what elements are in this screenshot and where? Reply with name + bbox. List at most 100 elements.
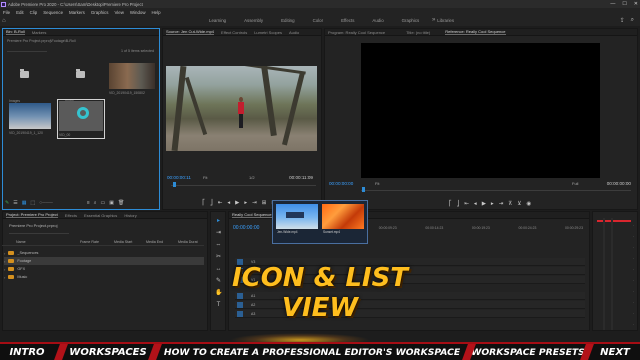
clip-thumbnail-sunset[interactable]: Sunset.mp4: [322, 204, 364, 234]
insert-icon[interactable]: ⊞: [262, 200, 267, 206]
workspace-assembly[interactable]: Assembly: [235, 16, 272, 26]
export-frame-icon[interactable]: ◉: [526, 201, 531, 207]
step-back-icon[interactable]: ◂: [474, 201, 477, 207]
tab-reference[interactable]: Reference: Really Cool Sequence: [445, 29, 506, 35]
workspace-effects[interactable]: Effects: [332, 16, 363, 26]
tab-title[interactable]: Title: (no title): [406, 30, 430, 35]
go-to-out-icon[interactable]: ⇥: [252, 200, 257, 206]
program-fit-dropdown[interactable]: Fit: [375, 181, 379, 186]
source-fit-dropdown[interactable]: Fit: [203, 175, 207, 180]
tab-source[interactable]: Source: Jen Cut-Wide.mp4: [166, 29, 215, 35]
source-timecode-in[interactable]: 00:00:00:11: [167, 175, 191, 180]
minimize-button[interactable]: —: [610, 1, 615, 7]
chapter-current[interactable]: HOW TO CREATE A PROFESSIONAL EDITOR'S WO…: [162, 344, 462, 360]
tab-project[interactable]: Project: Premiere Pro Project: [6, 212, 58, 218]
trash-icon[interactable]: 🗑: [118, 200, 124, 206]
step-back-icon[interactable]: ◂: [227, 200, 230, 206]
menu-graphics[interactable]: Graphics: [91, 10, 109, 15]
chevron-right-icon[interactable]: ›: [4, 275, 5, 280]
bin-item-clip[interactable]: VID_20190419_1_120: [9, 103, 51, 135]
go-to-in-icon[interactable]: ⇤: [218, 200, 223, 206]
column-media-end[interactable]: Media End: [146, 240, 178, 245]
menu-view[interactable]: View: [114, 10, 123, 15]
go-to-out-icon[interactable]: ⇥: [499, 201, 504, 207]
tab-program[interactable]: Program: Really Cool Sequence: [328, 30, 385, 35]
lift-icon[interactable]: ⊼: [508, 201, 512, 207]
chevron-right-icon[interactable]: ›: [4, 259, 5, 264]
step-forward-icon[interactable]: ▸: [491, 201, 494, 207]
workspace-editing[interactable]: Editing: [272, 16, 303, 26]
step-forward-icon[interactable]: ▸: [244, 200, 247, 206]
export-icon[interactable]: ⇪: [620, 17, 625, 24]
list-view-icon[interactable]: ☰: [13, 200, 17, 206]
new-bin-icon[interactable]: ▭: [101, 200, 106, 206]
clip-thumbnail-sky[interactable]: Jen-Wide.mp4: [276, 204, 318, 234]
column-media-duration[interactable]: Media Durat: [178, 240, 204, 245]
menu-window[interactable]: Window: [130, 10, 146, 15]
tab-effects[interactable]: Effects: [65, 213, 77, 218]
tab-essential-graphics[interactable]: Essential Graphics: [84, 213, 117, 218]
chapter-intro[interactable]: INTRO: [0, 344, 54, 360]
bin-item-images[interactable]: Images: [9, 63, 39, 103]
list-item[interactable]: › Music: [4, 273, 204, 281]
tab-markers[interactable]: Markers: [32, 30, 46, 35]
menu-sequence[interactable]: Sequence: [43, 10, 63, 15]
workspace-learning[interactable]: Learning: [200, 16, 235, 26]
tab-bin[interactable]: Bin: B-Roll: [6, 29, 25, 35]
menu-help[interactable]: Help: [152, 10, 161, 15]
new-item-icon[interactable]: ▣: [109, 200, 114, 206]
program-playhead[interactable]: [362, 187, 365, 192]
chapter-next[interactable]: NEXT: [594, 344, 636, 360]
bin-item-clip[interactable]: VID_20190419_150802: [109, 63, 155, 95]
close-button[interactable]: ✕: [634, 1, 638, 7]
mark-out-icon[interactable]: ⎦: [210, 200, 213, 206]
timeline-timecode[interactable]: 00:00:00:00: [233, 225, 259, 231]
pen-tool-icon[interactable]: ✎: [215, 278, 222, 285]
chapter-workspaces[interactable]: WORKSPACES: [68, 344, 148, 360]
go-to-in-icon[interactable]: ⇤: [464, 201, 469, 207]
home-icon[interactable]: ⌂: [2, 18, 9, 24]
selection-tool-icon[interactable]: ▸: [215, 218, 222, 225]
workspace-color[interactable]: Color: [304, 16, 333, 26]
program-resolution-dropdown[interactable]: Full: [572, 181, 578, 186]
icon-view-icon[interactable]: ▦: [22, 200, 27, 206]
column-frame-rate[interactable]: Frame Rate: [80, 240, 114, 245]
bin-item-audio[interactable]: Audio: [65, 63, 95, 103]
freeform-view-icon[interactable]: ⬚: [30, 200, 35, 206]
zoom-slider[interactable]: ○───: [39, 200, 53, 206]
track-select-tool-icon[interactable]: ⇥: [215, 230, 222, 237]
list-item[interactable]: › GFX: [4, 265, 204, 273]
mark-out-icon[interactable]: ⎦: [457, 201, 460, 207]
project-search-input[interactable]: [9, 229, 69, 234]
source-playhead[interactable]: [173, 182, 176, 187]
search-icon[interactable]: ⌕: [631, 17, 634, 24]
razor-tool-icon[interactable]: ✂: [215, 254, 222, 261]
list-item[interactable]: › _Sequences: [4, 249, 204, 257]
slip-tool-icon[interactable]: ↔: [215, 266, 222, 273]
chevron-right-icon[interactable]: ›: [4, 251, 5, 256]
column-media-start[interactable]: Media Start: [114, 240, 146, 245]
menu-markers[interactable]: Markers: [69, 10, 85, 15]
extract-icon[interactable]: ⊻: [517, 201, 521, 207]
tab-lumetri-scopes[interactable]: Lumetri Scopes: [254, 30, 282, 35]
menu-clip[interactable]: Clip: [30, 10, 38, 15]
program-scrubber[interactable]: [361, 190, 631, 191]
list-item[interactable]: › Footage: [4, 257, 204, 265]
maximize-button[interactable]: ☐: [622, 1, 626, 7]
play-icon[interactable]: ▶: [235, 200, 239, 206]
pencil-icon[interactable]: ✎: [5, 200, 9, 206]
source-scrubber[interactable]: [171, 185, 316, 186]
workspace-audio[interactable]: Audio: [363, 16, 392, 26]
column-name[interactable]: Name: [2, 240, 80, 245]
sort-icon[interactable]: ≡: [87, 200, 90, 206]
tab-effect-controls[interactable]: Effect Controls: [221, 30, 247, 35]
menu-file[interactable]: File: [3, 10, 10, 15]
type-tool-icon[interactable]: T: [215, 302, 222, 309]
ripple-edit-tool-icon[interactable]: ⇔: [215, 242, 222, 249]
tab-history[interactable]: History: [124, 213, 136, 218]
chevron-right-icon[interactable]: ›: [4, 267, 5, 272]
program-timecode[interactable]: 00:00:00:00: [329, 181, 353, 186]
bin-item-selected-clip[interactable]: VID_00: [57, 99, 105, 139]
source-resolution-dropdown[interactable]: 1/2: [249, 175, 255, 180]
hand-tool-icon[interactable]: ✋: [215, 290, 222, 297]
